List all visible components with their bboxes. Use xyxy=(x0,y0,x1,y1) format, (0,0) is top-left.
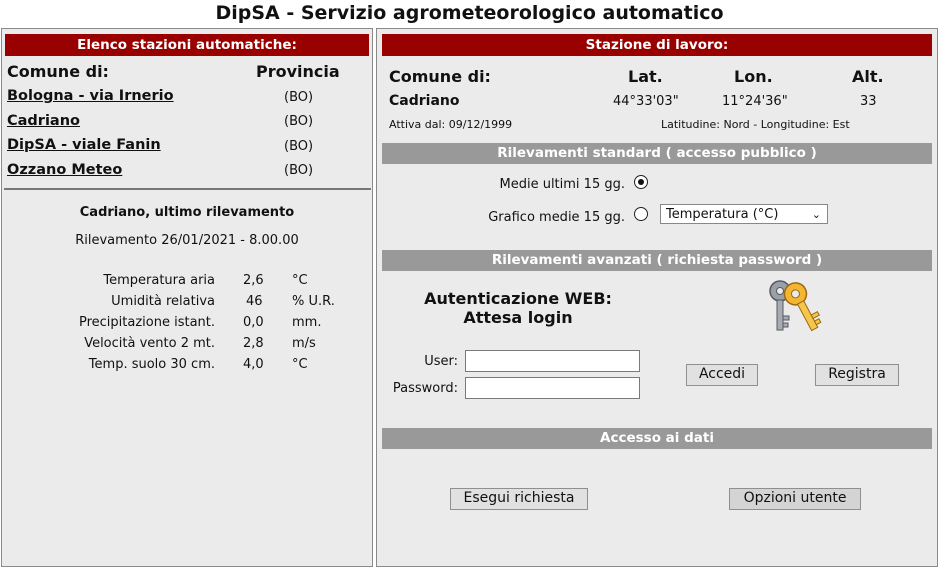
station-link-dipsa[interactable]: DipSA - viale Fanin xyxy=(7,137,161,153)
station-alt: 33 xyxy=(860,94,877,109)
keys-icon xyxy=(765,278,823,342)
variable-select[interactable]: Temperatura (°C) ⌄ xyxy=(660,204,828,224)
station-link-cadriano[interactable]: Cadriano xyxy=(7,113,80,129)
last-reading-time: Rilevamento 26/01/2021 - 8.00.00 xyxy=(75,233,299,248)
station-lat: 44°33'03" xyxy=(613,94,679,109)
option-medie-label: Medie ultimi 15 gg. xyxy=(499,177,626,192)
registra-button[interactable]: Registra xyxy=(815,364,899,386)
divider xyxy=(4,188,371,190)
station-lon: 11°24'36" xyxy=(722,94,788,109)
chevron-down-icon: ⌄ xyxy=(811,208,821,221)
reading-label: Temperatura aria xyxy=(103,273,215,288)
last-reading-title: Cadriano, ultimo rilevamento xyxy=(79,205,295,220)
reading-unit: °C xyxy=(292,357,308,372)
reading-value: 4,0 xyxy=(243,357,264,372)
user-input[interactable] xyxy=(465,350,640,372)
reading-unit: mm. xyxy=(292,315,322,330)
station-prov: (BO) xyxy=(284,114,314,129)
standard-header: Rilevamenti standard ( accesso pubblico … xyxy=(382,143,932,164)
reading-unit: °C xyxy=(292,273,308,288)
accedi-button[interactable]: Accedi xyxy=(686,364,758,386)
station-link-ozzano[interactable]: Ozzano Meteo xyxy=(7,162,122,178)
opzioni-utente-button[interactable]: Opzioni utente xyxy=(729,488,861,510)
active-since: Attiva dal: 09/12/1999 xyxy=(389,118,513,131)
col-alt-label: Alt. xyxy=(852,67,884,86)
workstation-header: Stazione di lavoro: xyxy=(382,34,932,56)
password-label: Password: xyxy=(392,381,458,396)
radio-medie[interactable] xyxy=(634,175,648,189)
auth-status-line2: Attesa login xyxy=(463,308,573,327)
station-prov: (BO) xyxy=(284,139,314,154)
reading-value: 46 xyxy=(246,294,263,309)
stations-panel: Elenco stazioni automatiche: Comune di: … xyxy=(1,28,373,567)
advanced-header: Rilevamenti avanzati ( richiesta passwor… xyxy=(382,250,932,271)
col-comune-label: Comune di: xyxy=(389,67,491,86)
reading-label: Precipitazione istant. xyxy=(78,315,215,330)
variable-select-value: Temperatura (°C) xyxy=(666,207,779,222)
option-grafico-label: Grafico medie 15 gg. xyxy=(488,210,625,225)
workstation-panel: Stazione di lavoro: Comune di: Lat. Lon.… xyxy=(376,28,938,567)
reading-unit: % U.R. xyxy=(292,294,335,309)
col-lat-label: Lat. xyxy=(628,67,663,86)
coords-note: Latitudine: Nord - Longitudine: Est xyxy=(661,118,850,131)
radio-grafico[interactable] xyxy=(634,207,648,221)
reading-unit: m/s xyxy=(292,336,316,351)
data-access-header: Accesso ai dati xyxy=(382,428,932,449)
reading-value: 2,6 xyxy=(243,273,264,288)
reading-label: Umidità relativa xyxy=(111,294,215,309)
col-comune-label: Comune di: xyxy=(7,62,109,81)
station-prov: (BO) xyxy=(284,163,314,178)
col-provincia-label: Provincia xyxy=(256,62,340,81)
reading-label: Velocità vento 2 mt. xyxy=(84,336,215,351)
reading-label: Temp. suolo 30 cm. xyxy=(88,357,215,372)
page-title: DipSA - Servizio agrometeorologico autom… xyxy=(215,2,724,24)
station-prov: (BO) xyxy=(284,90,314,105)
password-input[interactable] xyxy=(465,377,640,399)
station-name: Cadriano xyxy=(389,93,460,109)
reading-value: 0,0 xyxy=(243,315,264,330)
auth-status-line1: Autenticazione WEB: xyxy=(424,289,612,308)
stations-header: Elenco stazioni automatiche: xyxy=(5,34,369,56)
reading-value: 2,8 xyxy=(243,336,264,351)
esegui-richiesta-button[interactable]: Esegui richiesta xyxy=(450,488,588,510)
station-link-bologna[interactable]: Bologna - via Irnerio xyxy=(7,88,174,104)
user-label: User: xyxy=(424,354,458,369)
col-lon-label: Lon. xyxy=(734,67,773,86)
